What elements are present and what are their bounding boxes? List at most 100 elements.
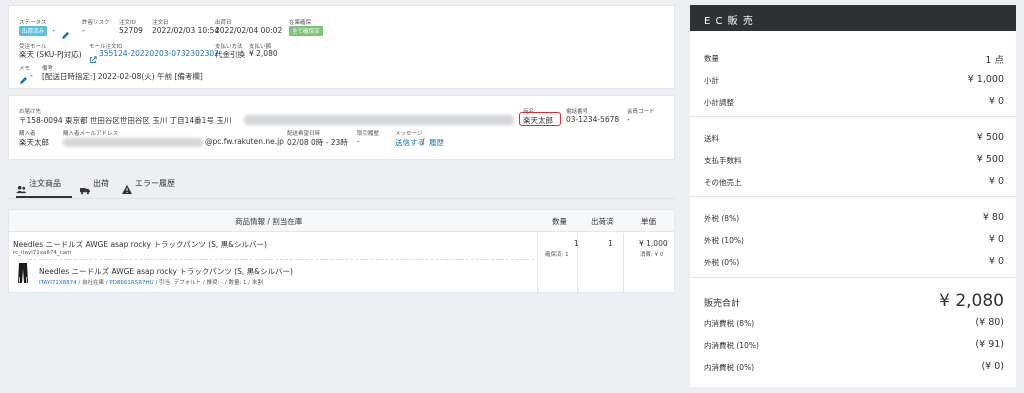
tab-divider [8, 198, 675, 199]
order-info-card: ステータス 出荷済み - 許容リスク - 注文ID 52709 注文日 2022… [8, 5, 675, 89]
ec-row-label: 外税 (0%) [704, 258, 740, 267]
tab-shipping-label: 出荷 [93, 179, 109, 188]
ec-row-value: 1 点 [985, 55, 1004, 66]
ec-row-label: 内消費税 (10%) [704, 341, 759, 350]
phone-label: 電話番号 [566, 109, 589, 115]
ec-row-quantity: 数量 1 点 [704, 53, 1004, 66]
tab-shipping[interactable]: 出荷 [80, 174, 116, 198]
ec-row-value: (¥ 91) [975, 339, 1004, 350]
status-badge: 出荷済み [19, 26, 48, 36]
sub-product-code-link[interactable]: ITAYI72X8874 [39, 280, 77, 286]
ec-total-label: 販売合計 [704, 299, 741, 309]
message-send-link[interactable]: 送信する [395, 137, 425, 148]
ec-row-other-sales: その他売上 ¥ 0 [704, 176, 1004, 189]
status-dash: - [52, 26, 55, 35]
email-redacted [63, 138, 203, 147]
member-value: - [627, 115, 630, 124]
email-value: @pc.fw.rakuten.ne.jp [205, 137, 284, 146]
mall-value: 楽天 (SKU-PJ対応) [19, 50, 82, 59]
pay-amount-value: ¥ 2,080 [249, 49, 278, 58]
stock-label: 在庫確保 [289, 20, 312, 26]
order-id-label: 注文ID [119, 20, 136, 26]
phone-value: 03-1234-5678 [566, 115, 620, 124]
ec-row-label: 外税 (10%) [704, 236, 744, 245]
ec-row-outer-tax-8: 外税 (8%) ¥ 80 [704, 212, 1004, 225]
remarks-value: [配送日時指定:] 2022-02-08(火) 午前 [備考欄] [42, 72, 203, 81]
ec-row-label: その他売上 [704, 178, 742, 187]
message-separator: / [422, 137, 425, 146]
tab-bar: 注文商品 出荷 エラー履歴 [8, 174, 675, 199]
edit-memo-icon[interactable] [19, 70, 28, 89]
sub-product-meta: ITAYI72X8874 / 自社在庫 / PD8661R5R7HU / 引当:… [39, 278, 263, 286]
mall-order-link[interactable]: 355124-20220203-0732302302 [99, 49, 219, 58]
status-label: ステータス [19, 20, 47, 26]
order-id-value: 52709 [119, 26, 143, 35]
message-history-link[interactable]: 履歴 [429, 137, 444, 148]
permit-risk-label: 許容リスク [82, 20, 110, 26]
ec-divider-2 [690, 196, 1016, 197]
dest-label: お届け先 [19, 109, 42, 115]
order-date-value: 2022/02/03 10:54 [152, 26, 220, 35]
warning-icon [122, 179, 132, 198]
product-name: Needles ニードルズ AWGE asap rocky トラックパンツ (S… [13, 240, 267, 249]
edit-status-icon[interactable] [61, 25, 70, 44]
external-link-icon [89, 49, 97, 68]
sub-product-sep: / 自社在庫 / [76, 280, 110, 286]
ec-row-label: 支払手数料 [704, 156, 742, 165]
ec-total-value: ¥ 2,080 [939, 291, 1004, 311]
stock-badge: 全て確保済 [289, 26, 323, 36]
memo-value: - [30, 71, 33, 80]
permit-risk-value: - [82, 26, 85, 35]
email-label: 購入者メールアドレス [63, 131, 119, 137]
member-label: 会員コード [627, 109, 655, 115]
col-product-header: 商品情報 / 割当在庫 [235, 217, 303, 226]
sub-product-code2-link[interactable]: PD8661R5R7HU [109, 280, 153, 286]
ec-row-inner-tax-0: 内消費税 (0%) (¥ 0) [704, 361, 1004, 374]
delivery-time-label: 配送希望日時 [287, 131, 321, 137]
ec-row-label: 内消費税 (0%) [704, 363, 755, 372]
ec-row-outer-tax-0: 外税 (0%) ¥ 0 [704, 256, 1004, 269]
ec-row-label: 数量 [704, 54, 719, 63]
col-qty-header: 数量 [552, 217, 567, 226]
ec-row-value: (¥ 0) [981, 361, 1004, 372]
tab-error-history-label: エラー履歴 [135, 179, 175, 188]
name-value: 楽天太郎 [523, 116, 553, 125]
sub-divider [29, 259, 534, 260]
ec-row-subtotal: 小計 ¥ 1,000 [704, 74, 1004, 87]
message-label: メッセージ [395, 131, 423, 137]
ec-row-label: 送料 [704, 134, 719, 143]
buyer-value: 楽天太郎 [19, 138, 49, 147]
ec-row-subtotal-adjust: 小計調整 ¥ 0 [704, 96, 1004, 109]
dest-value: 〒158-0094 東京都 世田谷区世田谷区 玉川 丁目14番1号 玉川 [19, 116, 232, 125]
ec-row-value: ¥ 0 [988, 96, 1004, 107]
ec-row-value: ¥ 0 [988, 234, 1004, 245]
ec-divider-3 [690, 277, 1016, 278]
tab-error-history[interactable]: エラー履歴 [122, 174, 182, 198]
ec-row-label: 内消費税 (8%) [704, 319, 755, 328]
ec-row-label: 小計調整 [704, 98, 734, 107]
order-date-label: 注文日 [152, 20, 169, 26]
qty-sub: 確保済: 1 [545, 252, 569, 258]
ec-row-label: 小計 [704, 76, 719, 85]
table-header: 商品情報 / 割当在庫 数量 出荷済 単価 [9, 210, 674, 232]
product-sku: rc_itayl72xa874_cam [13, 250, 72, 256]
ec-row-inner-tax-8: 内消費税 (8%) (¥ 80) [704, 317, 1004, 330]
ec-row-value: ¥ 1,000 [967, 74, 1004, 85]
col-price-header: 単価 [641, 217, 656, 226]
col-divider-1 [537, 233, 538, 293]
table-row: Needles ニードルズ AWGE asap rocky トラックパンツ (S… [9, 233, 674, 293]
product-thumbnail [17, 263, 29, 283]
dest-redacted [244, 115, 514, 125]
sub-product-name: Needles ニードルズ AWGE asap rocky トラックパンツ (S… [39, 267, 293, 276]
ec-row-value: ¥ 500 [976, 132, 1004, 143]
tab-order-items[interactable]: 注文商品 [16, 174, 72, 198]
tax-value: 消費: ¥ 0 [640, 252, 664, 258]
items-table: 商品情報 / 割当在庫 数量 出荷済 単価 Needles ニードルズ AWGE… [8, 209, 675, 293]
ec-row-payment-fee: 支払手数料 ¥ 500 [704, 154, 1004, 167]
pay-method-value: 代金引換 [215, 50, 245, 59]
ec-row-value: ¥ 80 [982, 212, 1004, 223]
ec-total-row: 販売合計 ¥ 2,080 [704, 291, 1004, 311]
history-label: 取引履歴 [357, 131, 380, 137]
ship-date-label: 出荷日 [215, 20, 232, 26]
ec-row-outer-tax-10: 外税 (10%) ¥ 0 [704, 234, 1004, 247]
